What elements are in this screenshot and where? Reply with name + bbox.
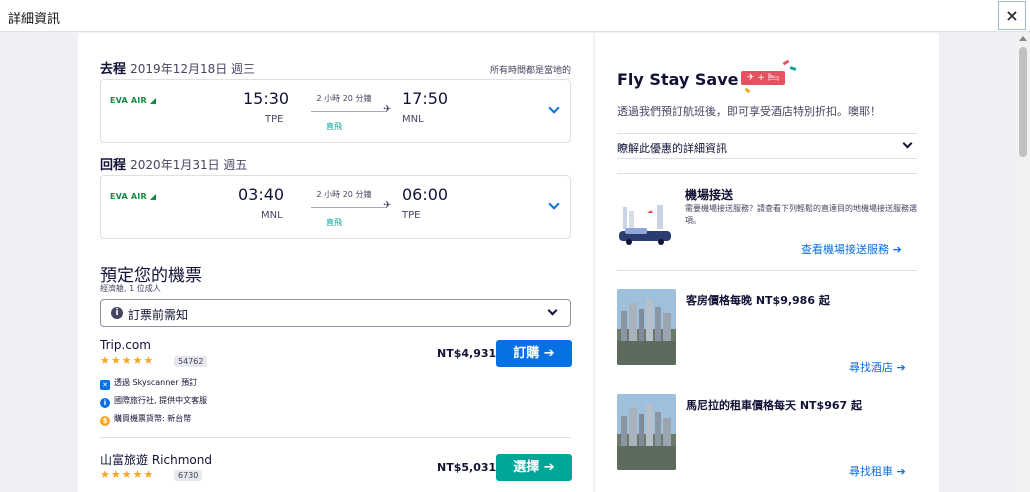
info-icon: i — [100, 398, 110, 408]
rating-stars: ★★★★★ — [100, 468, 155, 481]
outbound-depart-time: 15:30 — [243, 89, 290, 108]
inbound-depart-time: 03:40 — [238, 185, 285, 204]
outbound-date: 2019年12月18日 週三 — [130, 62, 256, 76]
info-icon: i — [111, 307, 123, 319]
provider-price: NT$5,031 — [437, 461, 497, 474]
plane-icon: ✈ — [383, 200, 392, 211]
hotel-price-text: 客房價格每晚 NT$9,986 起 — [686, 294, 830, 307]
dialog-body: 去程 2019年12月18日 週三 所有時間都是當地的 EVA AIR ◢ 15… — [0, 33, 1030, 492]
chevron-down-icon — [547, 305, 558, 316]
arrow-right-icon: ➔ — [892, 243, 902, 256]
currency-icon: $ — [100, 416, 110, 426]
booking-notice-dropdown[interactable]: i 訂票前需知 — [100, 299, 571, 327]
inbound-date: 2020年1月31日 週五 — [130, 158, 248, 172]
fly-stay-save-details-toggle[interactable]: 瞭解此優惠的詳細資訊 — [617, 133, 917, 159]
timezone-note: 所有時間都是當地的 — [489, 66, 571, 76]
fly-stay-save-description: 透過我們預訂航班後，即可享受酒店特別折扣。噢耶！ — [617, 105, 881, 118]
outbound-leg-card[interactable]: EVA AIR ◢ 15:30 TPE 2 小時 20 分鐘 ✈ 直飛 17:5… — [100, 79, 571, 143]
inbound-duration: 2 小時 20 分鐘 — [316, 190, 372, 199]
promotions-panel: Fly Stay Save ✈ + 🛏 透過我們預訂航班後，即可享受酒店特別折扣… — [595, 33, 939, 492]
rating-stars: ★★★★★ — [100, 354, 155, 367]
city-skyline-image — [617, 394, 676, 470]
provider-name[interactable]: Trip.com — [100, 338, 151, 352]
details-link-label: 瞭解此優惠的詳細資訊 — [617, 142, 727, 155]
provider-price: NT$4,931 — [437, 347, 497, 360]
booking-notice-label: 訂票前需知 — [128, 308, 189, 322]
flight-path-line — [311, 111, 387, 112]
inbound-arrive-airport: TPE — [402, 210, 421, 221]
flight-hotel-badge-icon: ✈ + 🛏 — [741, 71, 785, 85]
dialog-title: 詳細資訊 — [8, 12, 61, 27]
chevron-down-icon[interactable] — [548, 102, 560, 114]
select-button[interactable]: 選擇 ➔ — [496, 454, 572, 481]
eva-air-logo: EVA AIR ◢ — [110, 96, 157, 105]
confetti-icon — [744, 87, 751, 94]
airport-transfer-title: 機場接送 — [685, 188, 734, 202]
confetti-icon — [782, 59, 790, 66]
scroll-up-icon[interactable] — [1019, 36, 1027, 41]
scrollbar-thumb[interactable] — [1019, 47, 1027, 157]
close-button[interactable]: × — [998, 1, 1026, 30]
divider — [617, 173, 917, 174]
skyscanner-icon: ✕ — [100, 380, 110, 390]
eva-air-logo: EVA AIR ◢ — [110, 192, 157, 201]
city-skyline-image — [617, 289, 676, 365]
divider — [617, 270, 917, 271]
booking-subtitle: 經濟艙, 1 位成人 — [100, 284, 161, 293]
outbound-stops: 直飛 — [326, 122, 342, 131]
provider-feature: i 國際旅行社, 提供中文客服 — [100, 395, 207, 408]
inbound-depart-airport: MNL — [261, 210, 283, 221]
airport-transfer-illustration — [619, 205, 671, 245]
plane-icon: ✈ — [383, 104, 392, 115]
outbound-depart-airport: TPE — [265, 114, 284, 125]
outbound-arrive-airport: MNL — [402, 114, 424, 125]
review-count-badge: 54762 — [174, 356, 208, 367]
fly-stay-save-title: Fly Stay Save — [617, 70, 739, 89]
find-car-link[interactable]: 尋找租車 ➔ — [849, 463, 906, 479]
book-button[interactable]: 訂購 ➔ — [496, 340, 572, 367]
close-icon: × — [1005, 6, 1019, 25]
inbound-stops: 直飛 — [326, 218, 342, 227]
car-rental-price-text: 馬尼拉的租車價格每天 NT$967 起 — [686, 399, 862, 412]
arrow-right-icon: ➔ — [896, 465, 906, 478]
view-transfer-link[interactable]: 查看機場接送服務 ➔ — [801, 241, 902, 257]
outbound-arrive-time: 17:50 — [402, 89, 449, 108]
confetti-icon — [789, 66, 797, 71]
provider-name[interactable]: 山富旅遊 Richmond — [100, 451, 212, 468]
provider-feature: ✕ 透過 Skyscanner 預訂 — [100, 377, 197, 390]
inbound-arrive-time: 06:00 — [402, 185, 449, 204]
flight-details-panel: 去程 2019年12月18日 週三 所有時間都是當地的 EVA AIR ◢ 15… — [78, 33, 593, 492]
chevron-down-icon[interactable] — [548, 198, 560, 210]
arrow-right-icon: ➔ — [896, 361, 906, 374]
chevron-down-icon — [902, 138, 913, 149]
outbound-label: 去程 — [100, 62, 127, 77]
inbound-label: 回程 — [100, 158, 127, 173]
review-count-badge: 6730 — [174, 470, 203, 481]
flight-path-line — [311, 207, 387, 208]
outbound-heading: 去程 2019年12月18日 週三 — [100, 58, 255, 77]
scrollbar[interactable] — [1016, 33, 1030, 492]
airport-transfer-description: 需要機場接送服務？請查看下列輕鬆的直達目的地機場接送服務選項。 — [685, 204, 917, 225]
divider — [100, 437, 571, 438]
outbound-duration: 2 小時 20 分鐘 — [316, 94, 372, 103]
find-hotel-link[interactable]: 尋找酒店 ➔ — [849, 359, 906, 375]
provider-feature: $ 購買機票貨幣: 新台幣 — [100, 413, 191, 426]
inbound-leg-card[interactable]: EVA AIR ◢ 03:40 MNL 2 小時 20 分鐘 ✈ 直飛 06:0… — [100, 175, 571, 239]
dialog-header: 詳細資訊 × — [0, 0, 1030, 32]
inbound-heading: 回程 2020年1月31日 週五 — [100, 154, 247, 173]
